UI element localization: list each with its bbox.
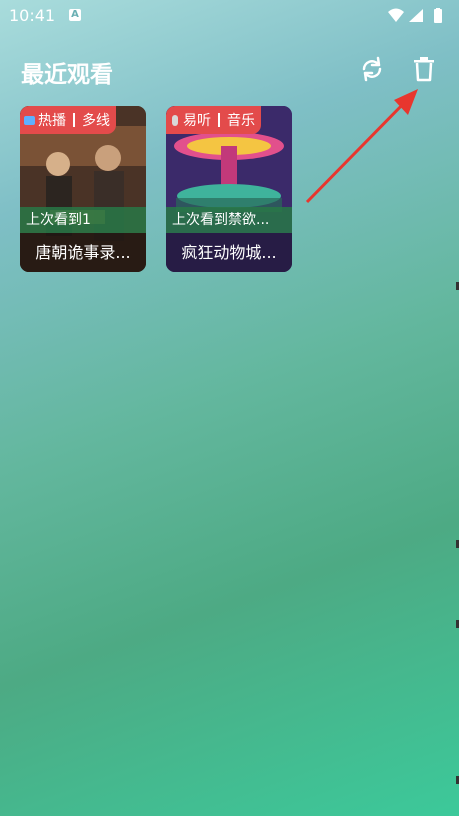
watch-progress: 上次看到1: [20, 207, 146, 233]
delete-button[interactable]: [409, 54, 439, 84]
card-tag: 热播 多线: [20, 106, 116, 134]
watch-progress: 上次看到禁欲...: [166, 207, 292, 233]
mic-icon: [172, 114, 178, 126]
tv-icon: [24, 115, 35, 125]
card-tag: 易听 音乐: [166, 106, 261, 134]
page-title: 最近观看: [21, 62, 113, 88]
sync-icon: [362, 56, 382, 82]
trash-icon: [414, 57, 434, 82]
card-title: 疯狂动物城...: [166, 233, 292, 272]
tag-divider: [73, 113, 75, 127]
status-time: 10:41: [9, 6, 56, 25]
card-title: 唐朝诡事录...: [20, 233, 146, 272]
recent-card[interactable]: 热播 多线 上次看到1 唐朝诡事录...: [20, 106, 146, 272]
wifi-icon: [388, 8, 404, 22]
tag-source: 多线: [82, 113, 110, 129]
annotation-arrow: [305, 89, 418, 204]
recent-card[interactable]: 易听 音乐 上次看到禁欲... 疯狂动物城...: [166, 106, 292, 272]
sync-button[interactable]: [357, 54, 387, 84]
status-icons: [388, 8, 442, 23]
tag-label: 易听: [183, 113, 211, 129]
tag-label: 热播: [38, 113, 66, 129]
notification-a-icon: A: [69, 9, 81, 21]
status-bar: 10:41 A: [0, 0, 459, 32]
battery-icon: [434, 9, 442, 23]
tag-source: 音乐: [227, 113, 255, 129]
tag-divider: [218, 113, 220, 127]
signal-icon: [409, 9, 423, 22]
